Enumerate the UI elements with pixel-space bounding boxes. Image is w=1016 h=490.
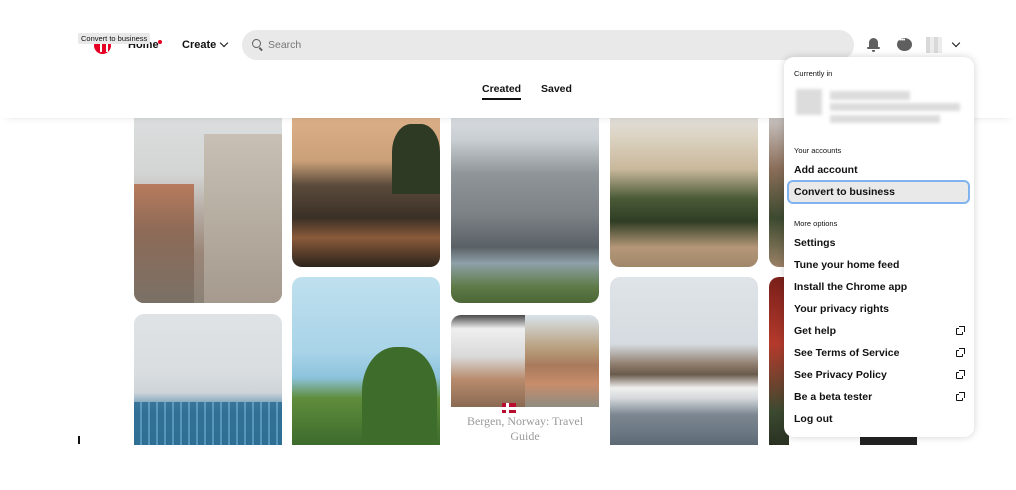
edge-mark (78, 436, 80, 444)
search-icon (252, 39, 261, 48)
pin-street-houses[interactable] (134, 104, 282, 303)
account-dropdown-menu: Currently in Your accounts Add account C… (784, 57, 974, 437)
external-link-icon (956, 326, 965, 335)
pin-title: Bergen, Norway: Travel Guide (466, 414, 584, 443)
privacy-rights-item[interactable]: Your privacy rights (794, 303, 889, 315)
beta-tester-item[interactable]: Be a beta tester (794, 391, 872, 403)
pin-bergen-travel-guide[interactable]: Bergen, Norway: Travel Guide (451, 315, 599, 445)
pin-snowy-lake[interactable] (610, 277, 758, 445)
install-chrome-app-item[interactable]: Install the Chrome app (794, 281, 907, 293)
notification-dot (158, 40, 162, 44)
chat-bubble-icon[interactable] (897, 37, 912, 52)
chevron-down-icon[interactable] (951, 38, 961, 48)
nav-create-label: Create (182, 39, 217, 51)
external-link-icon (956, 348, 965, 357)
pin-photo-left (451, 315, 525, 407)
search-input[interactable] (268, 30, 828, 60)
search-bar[interactable] (242, 30, 854, 60)
current-account-blurred[interactable] (794, 87, 966, 127)
pin-sunset-river[interactable] (292, 104, 440, 267)
external-link-icon (956, 370, 965, 379)
tab-created-underline (482, 98, 521, 100)
nav-create[interactable]: Create (182, 38, 229, 51)
pin-photo-right (525, 315, 599, 407)
settings-item[interactable]: Settings (794, 237, 835, 249)
bell-icon[interactable] (867, 38, 880, 52)
add-account-item[interactable]: Add account (794, 164, 858, 176)
get-help-item[interactable]: Get help (794, 325, 836, 337)
pin-partial-bottom-strip (860, 436, 917, 445)
pin-city-view[interactable] (451, 104, 599, 303)
convert-to-business-item[interactable]: Convert to business (787, 180, 970, 204)
chevron-down-icon (220, 38, 229, 48)
terms-of-service-item[interactable]: See Terms of Service (794, 347, 899, 359)
avatar[interactable] (926, 37, 942, 53)
external-link-icon (956, 392, 965, 401)
tab-created[interactable]: Created (482, 83, 521, 95)
tab-saved[interactable]: Saved (541, 83, 572, 95)
log-out-item[interactable]: Log out (794, 413, 832, 425)
pinterest-profile-page: Bergen, Norway: Travel Guide Convert to … (0, 0, 1016, 490)
section-currently-in: Currently in (794, 69, 833, 78)
pin-cafe-building[interactable] (610, 104, 758, 267)
tune-home-feed-item[interactable]: Tune your home feed (794, 259, 899, 271)
pin-tree-street[interactable] (292, 277, 440, 445)
section-your-accounts: Your accounts (794, 146, 842, 155)
section-more-options: More options (794, 219, 838, 228)
privacy-policy-item[interactable]: See Privacy Policy (794, 369, 887, 381)
pin-glass-building[interactable] (134, 314, 282, 445)
tooltip: Convert to business (78, 33, 151, 44)
norway-flag-icon (502, 403, 516, 413)
